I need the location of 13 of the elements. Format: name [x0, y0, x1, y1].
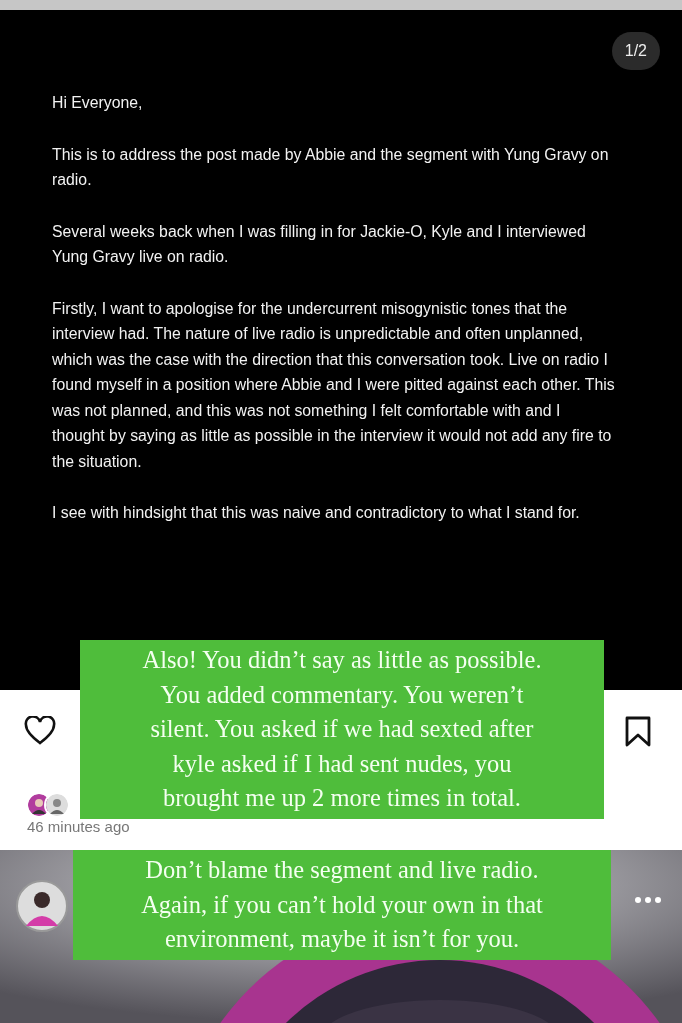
timestamp: 46 minutes ago: [27, 818, 130, 835]
text-sticker: Don’t blame the segment and live radio. Again, if you can’t hold your own in that environment, maybe it isn’t for you.: [73, 850, 611, 960]
avatar[interactable]: [16, 880, 68, 932]
bookmark-icon[interactable]: [624, 716, 652, 748]
text-sticker: Also! You didn’t say as little as possible. You added commentary. You weren’t silent. You asked if we had sexted after kyle asked if I had sent nudes, you brought me up 2 more times in total.: [80, 640, 604, 819]
page-indicator: 1/2: [611, 32, 660, 70]
post-paragraph: I see with hindsight that this was naive and contradictory to what I stand for.: [52, 503, 581, 523]
heart-icon[interactable]: [24, 716, 56, 746]
post-paragraph: Several weeks back when I was filling in for Jackie-O, Kyle and I interviewed Yung Gravy live on radio.: [52, 221, 587, 267]
post-paragraph: This is to address the post made by Abbie and the segment with Yung Gravy on radio.: [52, 144, 610, 190]
post-paragraph: Firstly, I want to apologise for the undercurrent misogynistic tones that the interview had. The nature of live radio is unpredictable and often unplanned, which was the case with the direction that this conversation took. Live on radio I found myself in a position where Abbie and I were pitted against each other. This was not planned, and this was not something I felt comfortable with and I thought by saying as little as possible in the interview it would not add any fire to the situation.: [52, 298, 616, 472]
post-paragraph: Hi Everyone,: [52, 93, 144, 113]
more-icon[interactable]: [634, 896, 662, 904]
